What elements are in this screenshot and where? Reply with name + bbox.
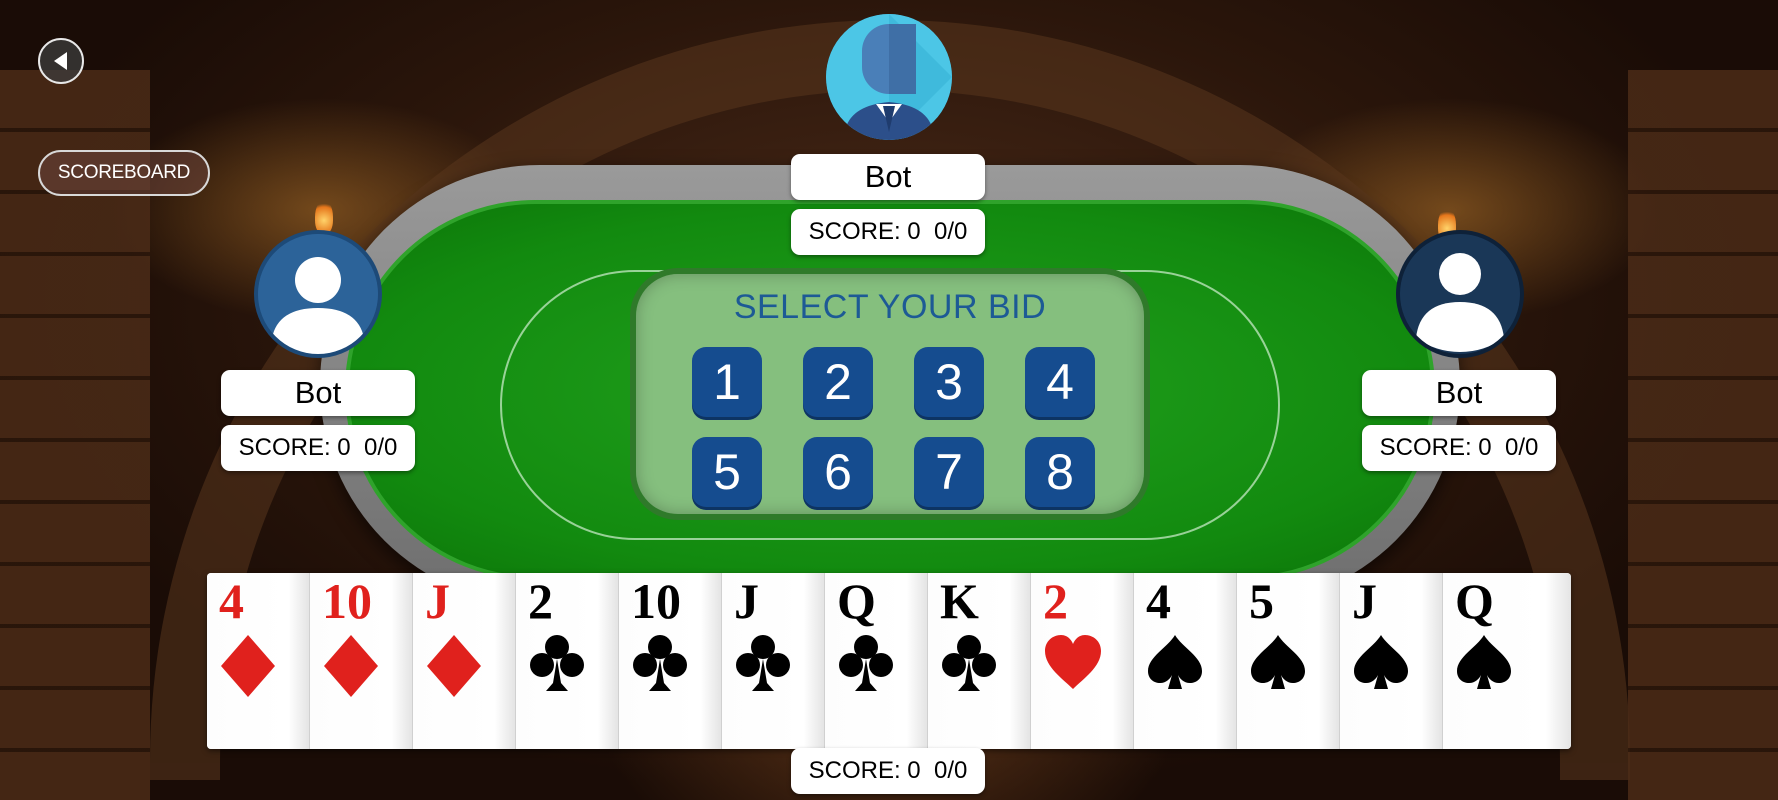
playing-card[interactable]: J [722, 573, 825, 749]
club-icon [631, 633, 689, 698]
playing-card[interactable]: 2 [516, 573, 619, 749]
top-player-name: Bot [791, 154, 985, 200]
scoreboard-button[interactable]: SCOREBOARD [38, 150, 210, 196]
card-rank: 5 [1249, 573, 1274, 629]
male-avatar-icon [826, 14, 952, 140]
left-torch-icon [315, 200, 333, 234]
card-rank: Q [1455, 573, 1494, 629]
bid-button-7[interactable]: 7 [914, 437, 984, 507]
playing-card[interactable]: J [413, 573, 516, 749]
top-player-avatar [826, 14, 952, 140]
playing-card[interactable]: Q [1443, 573, 1571, 749]
right-player-avatar [1396, 230, 1524, 358]
playing-card[interactable]: 2 [1031, 573, 1134, 749]
card-rank: 10 [322, 573, 372, 629]
spade-icon [1352, 633, 1410, 698]
club-icon [940, 633, 998, 698]
card-rank: K [940, 573, 979, 629]
playing-card[interactable]: 10 [310, 573, 413, 749]
card-rank: 2 [1043, 573, 1068, 629]
diamond-icon [425, 633, 483, 704]
spade-icon [1249, 633, 1307, 698]
bid-button-2[interactable]: 2 [803, 347, 873, 417]
playing-card[interactable]: Q [825, 573, 928, 749]
club-icon [734, 633, 792, 698]
card-rank: J [1352, 573, 1377, 629]
player-hand: 4 10 J 2 10 J Q K 2 4 5 J Q [207, 573, 1571, 749]
card-rank: Q [837, 573, 876, 629]
spade-icon [1455, 633, 1513, 698]
bid-title: SELECT YOUR BID [733, 288, 1047, 326]
playing-card[interactable]: 4 [1134, 573, 1237, 749]
card-rank: 2 [528, 573, 553, 629]
bid-button-6[interactable]: 6 [803, 437, 873, 507]
playing-card[interactable]: 4 [207, 573, 310, 749]
bid-button-3[interactable]: 3 [914, 347, 984, 417]
card-rank: 4 [1146, 573, 1171, 629]
card-rank: J [734, 573, 759, 629]
diamond-icon [322, 633, 380, 704]
user-avatar-icon [1400, 234, 1520, 354]
self-player-score: SCORE: 0 0/0 [791, 748, 985, 794]
user-avatar-icon [258, 234, 378, 354]
left-player-avatar [254, 230, 382, 358]
left-player-score: SCORE: 0 0/0 [221, 425, 415, 471]
left-player-name: Bot [221, 370, 415, 416]
bid-button-5[interactable]: 5 [692, 437, 762, 507]
card-rank: 4 [219, 573, 244, 629]
top-player-score: SCORE: 0 0/0 [791, 209, 985, 255]
playing-card[interactable]: 10 [619, 573, 722, 749]
back-button[interactable] [38, 38, 84, 84]
club-icon [837, 633, 895, 698]
bid-button-8[interactable]: 8 [1025, 437, 1095, 507]
right-player-name: Bot [1362, 370, 1556, 416]
club-icon [528, 633, 586, 698]
heart-icon [1043, 633, 1103, 696]
bid-panel: SELECT YOUR BID 1 2 3 4 5 6 7 8 [630, 268, 1150, 520]
playing-card[interactable]: K [928, 573, 1031, 749]
right-player-score: SCORE: 0 0/0 [1362, 425, 1556, 471]
back-arrow-icon [54, 52, 67, 70]
playing-card[interactable]: 5 [1237, 573, 1340, 749]
right-wall [1628, 70, 1778, 800]
bid-button-1[interactable]: 1 [692, 347, 762, 417]
diamond-icon [219, 633, 277, 704]
card-rank: J [425, 573, 450, 629]
bid-options: 1 2 3 4 5 6 7 8 [692, 347, 1095, 507]
spade-icon [1146, 633, 1204, 698]
card-rank: 10 [631, 573, 681, 629]
playing-card[interactable]: J [1340, 573, 1443, 749]
bid-button-4[interactable]: 4 [1025, 347, 1095, 417]
